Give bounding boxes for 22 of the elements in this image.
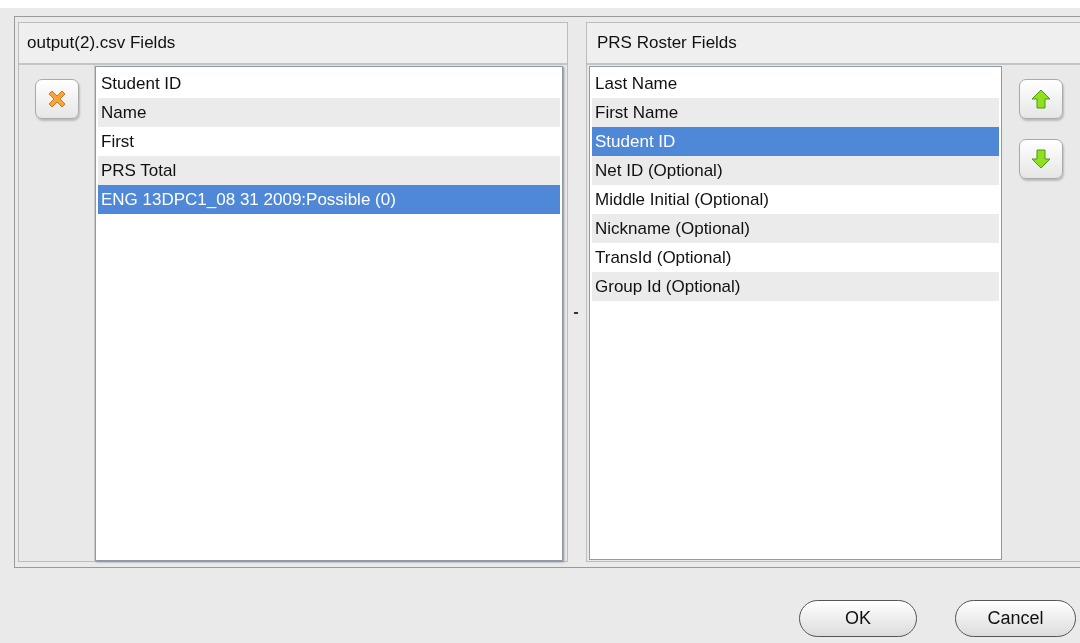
list-item[interactable]: Middle Initial (Optional): [592, 185, 999, 214]
list-item[interactable]: First Name: [592, 98, 999, 127]
move-up-button[interactable]: [1019, 79, 1063, 119]
list-item[interactable]: Group Id (Optional): [592, 272, 999, 301]
panel-title: PRS Roster Fields: [597, 33, 737, 53]
ok-button[interactable]: OK: [799, 600, 917, 637]
list-item[interactable]: Student ID: [98, 69, 560, 98]
up-arrow-icon: [1029, 87, 1053, 111]
list-item[interactable]: Name: [98, 98, 560, 127]
list-item[interactable]: First: [98, 127, 560, 156]
list-item[interactable]: Nickname (Optional): [592, 214, 999, 243]
list-item[interactable]: PRS Total: [98, 156, 560, 185]
cancel-button[interactable]: Cancel: [955, 600, 1076, 637]
list-item[interactable]: ENG 13DPC1_08 31 2009:Possible (0): [98, 185, 560, 214]
list-item[interactable]: Last Name: [592, 69, 999, 98]
list-item[interactable]: Student ID: [592, 127, 999, 156]
panel-title: output(2).csv Fields: [27, 33, 176, 53]
move-down-button[interactable]: [1019, 139, 1063, 179]
remove-button[interactable]: [34, 79, 79, 119]
list-item[interactable]: Net ID (Optional): [592, 156, 999, 185]
list-item[interactable]: TransId (Optional): [592, 243, 999, 272]
down-arrow-icon: [1029, 147, 1053, 171]
